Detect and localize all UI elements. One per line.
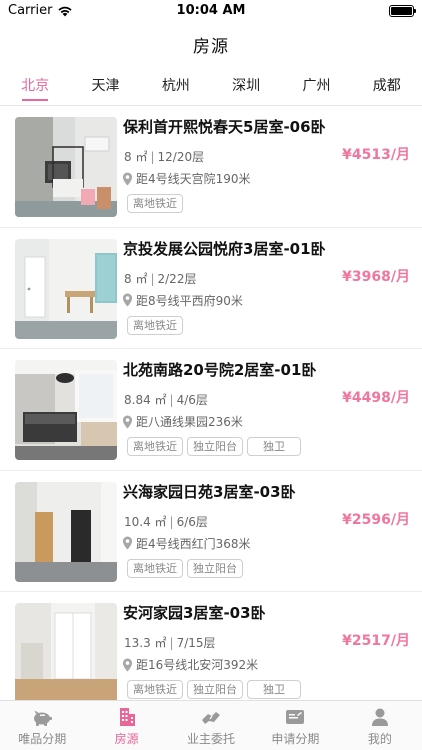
listing-card[interactable]: 兴海家园日苑3居室-03卧 10.4 ㎡ | 6/6层 距4号线西红门368米 ¥2… — [0, 471, 422, 592]
city-tab-guangzhou[interactable]: 广州 — [281, 66, 351, 105]
listing-title: 兴海家园日苑3居室-03卧 — [123, 482, 296, 501]
tag-private-bathroom: 独卫 — [247, 437, 301, 456]
tag-near-metro: 离地铁近 — [127, 194, 183, 213]
listing-meta: 8 ㎡ | 12/20层 — [124, 148, 204, 165]
tag-list: 离地铁近 独立阳台 独卫 — [127, 437, 301, 456]
handshake-icon — [202, 712, 221, 724]
room-area: 8 ㎡ — [124, 150, 148, 164]
metro-text: 距16号线北安河392米 — [136, 658, 259, 672]
tab-label: 我的 — [367, 732, 392, 746]
listing-title: 北苑南路20号院2居室-01卧 — [123, 361, 317, 379]
room-photo — [15, 603, 117, 700]
floor-info: 12/20层 — [157, 150, 205, 164]
room-area: 8.84 ㎡ — [124, 393, 167, 407]
metro-distance: 距4号线西红门368米 — [122, 535, 251, 552]
tag-private-balcony: 独立阳台 — [187, 680, 243, 699]
tab-label: 房源 — [114, 732, 139, 746]
city-tab-bar: 北京 天津 杭州 深圳 广州 成都 — [0, 66, 422, 106]
room-photo — [15, 238, 117, 339]
room-area: 10.4 ㎡ — [124, 514, 167, 529]
clock: 10:04 AM — [176, 3, 246, 18]
room-area: 13.3 ㎡ — [124, 636, 167, 650]
tag-near-metro: 离地铁近 — [127, 437, 183, 456]
city-tab-beijing[interactable]: 北京 — [0, 66, 70, 105]
status-bar: Carrier 10:04 AM — [0, 0, 422, 22]
tag-near-metro: 离地铁近 — [127, 315, 183, 335]
id-card-icon — [286, 710, 305, 724]
monthly-price: ¥2517/月 — [342, 633, 410, 649]
floor-info: 7/15层 — [176, 636, 216, 650]
tab-label: 申请分期 — [271, 732, 320, 746]
listing-card[interactable]: 京投发展公园悦府3居室-01卧 8 ㎡ | 2/22层 距8号线平西府90米 ¥39… — [0, 228, 422, 349]
city-tab-tianjin[interactable]: 天津 — [70, 66, 140, 105]
monthly-price: ¥3968/月 — [342, 268, 410, 285]
room-photo — [15, 481, 117, 582]
divider: | — [169, 636, 174, 650]
tab-owner-entrust[interactable]: 业主委托 — [169, 701, 253, 750]
piggy-bank-icon — [34, 710, 53, 726]
metro-text: 距8号线平西府90米 — [136, 293, 243, 308]
divider: | — [150, 271, 155, 286]
city-tab-shenzhen[interactable]: 深圳 — [211, 66, 281, 105]
metro-text: 距4号线西红门368米 — [136, 536, 251, 551]
floor-info: 2/22层 — [157, 271, 197, 286]
tag-private-bathroom: 独卫 — [247, 680, 301, 699]
room-photo — [15, 360, 117, 460]
tag-near-metro: 离地铁近 — [127, 680, 183, 699]
tag-list: 离地铁近 — [127, 194, 183, 213]
divider: | — [169, 514, 174, 529]
page-title: 房源 — [193, 36, 229, 57]
location-pin-icon — [122, 415, 133, 428]
metro-text: 距八通线果园236米 — [136, 415, 243, 429]
listing-meta: 8.84 ㎡ | 4/6层 — [124, 391, 208, 408]
city-tab-chengdu[interactable]: 成都 — [352, 66, 422, 105]
tag-private-balcony: 独立阳台 — [187, 437, 243, 456]
listing-list[interactable]: 保利首开熙悦春天5居室-06卧 8 ㎡ | 12/20层 距4号线天宫院190米 ¥… — [0, 106, 422, 700]
listing-meta: 10.4 ㎡ | 6/6层 — [124, 513, 208, 530]
tag-near-metro: 离地铁近 — [127, 558, 183, 578]
listing-card[interactable]: 保利首开熙悦春天5居室-06卧 8 ㎡ | 12/20层 距4号线天宫院190米 ¥… — [0, 106, 422, 228]
tab-profile[interactable]: 我的 — [338, 701, 422, 750]
floor-info: 4/6层 — [176, 393, 208, 407]
listing-card[interactable]: 北苑南路20号院2居室-01卧 8.84 ㎡ | 4/6层 距八通线果园236米 ¥… — [0, 349, 422, 471]
monthly-price: ¥4498/月 — [342, 390, 410, 406]
location-pin-icon — [122, 658, 133, 671]
building-icon — [119, 708, 135, 726]
city-tab-hangzhou[interactable]: 杭州 — [141, 66, 211, 105]
tab-label: 唯品分期 — [18, 732, 67, 746]
tab-listings[interactable]: 房源 — [84, 701, 168, 750]
location-pin-icon — [122, 172, 133, 185]
metro-distance: 距16号线北安河392米 — [122, 656, 258, 673]
monthly-price: ¥4513/月 — [342, 147, 410, 163]
listing-title: 保利首开熙悦春天5居室-06卧 — [123, 118, 326, 136]
battery-icon — [389, 5, 416, 17]
metro-text: 距4号线天宫院190米 — [136, 172, 251, 186]
tag-list: 离地铁近 — [127, 315, 183, 335]
location-pin-icon — [122, 536, 133, 550]
metro-distance: 距4号线天宫院190米 — [122, 170, 251, 187]
room-area: 8 ㎡ — [124, 271, 148, 286]
location-pin-icon — [122, 293, 133, 307]
tag-private-balcony: 独立阳台 — [187, 558, 243, 578]
tab-apply-installment[interactable]: 申请分期 — [253, 701, 337, 750]
monthly-price: ¥2596/月 — [342, 511, 410, 528]
room-photo — [15, 117, 117, 217]
listing-meta: 13.3 ㎡ | 7/15层 — [124, 634, 216, 651]
listing-meta: 8 ㎡ | 2/22层 — [124, 270, 196, 287]
bottom-tab-bar: 唯品分期 房源 业主委托 申请分期 我的 — [0, 700, 422, 750]
tab-installment[interactable]: 唯品分期 — [0, 701, 84, 750]
metro-distance: 距八通线果园236米 — [122, 413, 243, 430]
navigation-bar: 房源 — [0, 22, 422, 66]
divider: | — [169, 393, 174, 407]
floor-info: 6/6层 — [176, 514, 208, 529]
user-icon — [371, 708, 388, 726]
tab-label: 业主委托 — [187, 732, 236, 746]
divider: | — [150, 150, 155, 164]
metro-distance: 距8号线平西府90米 — [122, 292, 243, 309]
listing-card[interactable]: 安河家园3居室-03卧 13.3 ㎡ | 7/15层 距16号线北安河392米 ¥2… — [0, 592, 422, 700]
tag-list: 离地铁近 独立阳台 独卫 — [127, 680, 301, 699]
listing-title: 京投发展公园悦府3居室-01卧 — [123, 239, 326, 258]
listing-title: 安河家园3居室-03卧 — [123, 604, 266, 622]
tag-list: 离地铁近 独立阳台 — [127, 558, 243, 578]
